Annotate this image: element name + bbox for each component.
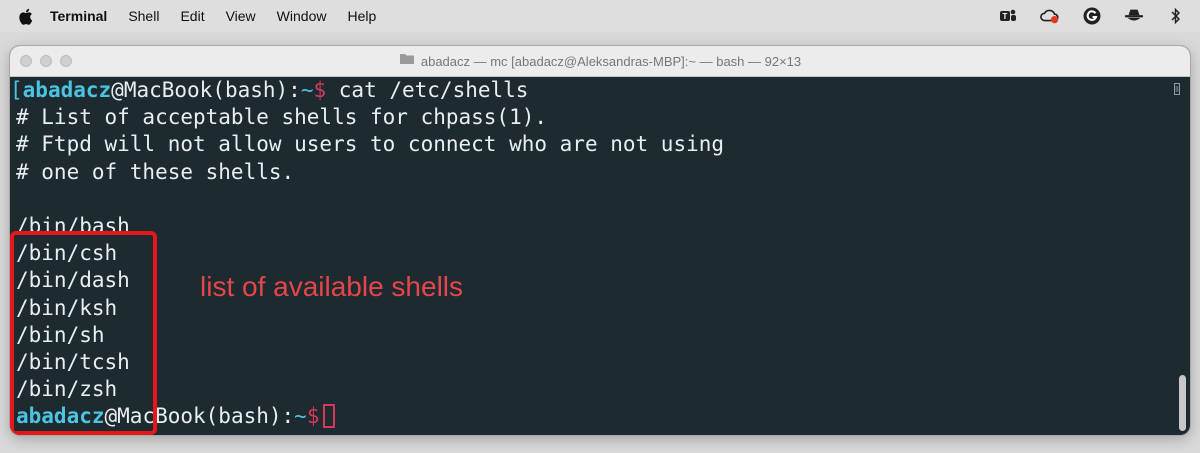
menu-edit[interactable]: Edit [180,8,204,24]
shell-path-line: /bin/dash [16,268,130,293]
incognito-icon[interactable] [1124,6,1144,26]
text-cursor [323,404,336,429]
window-controls [20,55,72,67]
cloud-sync-icon[interactable] [1040,6,1060,26]
close-button[interactable] [20,55,32,67]
prompt-line: [abadacz@MacBook(bash):~$ cat /etc/shell… [10,78,529,102]
annotation-highlight-box [10,231,157,435]
terminal-window: abadacz — mc [abadacz@Aleksandras-MBP]:~… [10,46,1190,435]
comment-line: # Ftpd will not allow users to connect w… [16,132,725,157]
menu-bar: Terminal Shell Edit View Window Help T [0,0,1200,32]
prompt-path: ~ [294,404,307,429]
comment-line: # List of acceptable shells for chpass(1… [16,105,548,130]
folder-icon [399,52,415,70]
prompt-line: abadacz@MacBook(bash):~$ [16,403,1190,430]
svg-text:T: T [1003,12,1008,21]
shell-path-line: /bin/tcsh [16,349,130,374]
window-title-group: abadacz — mc [abadacz@Aleksandras-MBP]:~… [399,52,801,70]
zoom-button[interactable] [60,55,72,67]
prompt-user: abadacz [22,78,112,102]
comment-line: # one of these shells. [16,159,295,184]
prompt-symbol: $ [313,78,327,102]
teams-icon[interactable]: T [998,6,1018,26]
window-titlebar[interactable]: abadacz — mc [abadacz@Aleksandras-MBP]:~… [10,46,1190,77]
menu-window[interactable]: Window [277,8,327,24]
command-text: cat /etc/shells [326,78,529,102]
terminal-output[interactable]: [abadacz@MacBook(bash):~$ cat /etc/shell… [10,77,1190,435]
minimize-button[interactable] [40,55,52,67]
shell-path-line: /bin/ksh [16,295,118,320]
window-title: abadacz — mc [abadacz@Aleksandras-MBP]:~… [420,53,802,69]
menu-help[interactable]: Help [347,8,376,24]
prompt-symbol: $ [306,404,320,429]
bluetooth-icon[interactable] [1166,6,1186,26]
prompt-host: @MacBook(bash): [111,78,301,102]
prompt-path: ~ [300,78,314,102]
shell-path-line: /bin/sh [16,322,105,347]
apple-menu-icon[interactable] [16,8,34,25]
shell-path-line: /bin/bash [16,213,130,238]
menu-shell[interactable]: Shell [128,8,159,24]
annotation-label: list of available shells [200,271,464,302]
menu-app-name[interactable]: Terminal [50,8,107,24]
shell-path-line: /bin/zsh [16,377,118,402]
menu-view[interactable]: View [226,8,256,24]
status-tray: T [998,0,1186,32]
shell-path-line: /bin/csh [16,241,118,266]
grammarly-icon[interactable] [1082,6,1102,26]
